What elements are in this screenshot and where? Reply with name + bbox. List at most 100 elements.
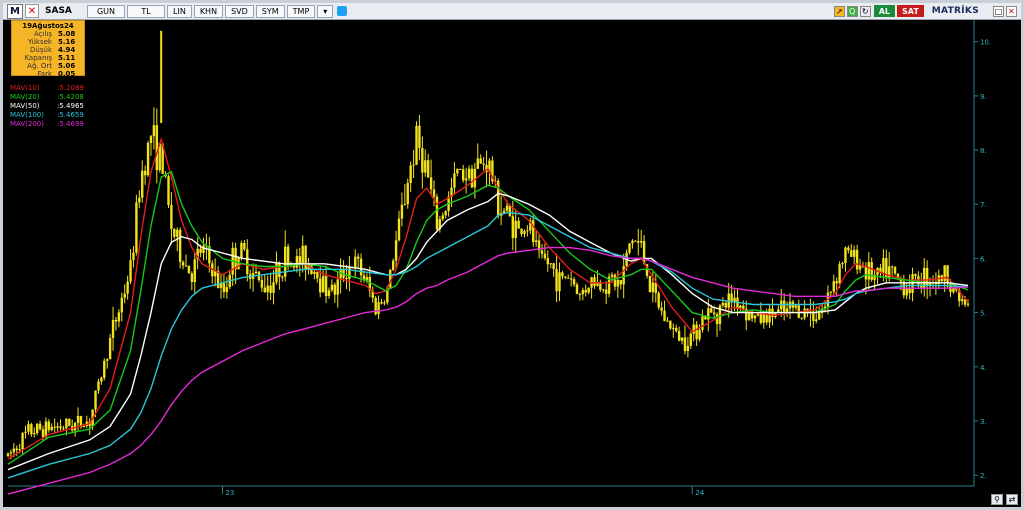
- price-candle-body: [914, 273, 917, 277]
- price-candle-body: [53, 426, 56, 428]
- price-candle-body: [415, 125, 418, 165]
- info-label: Düşük: [30, 46, 52, 54]
- price-candle-body: [240, 243, 243, 258]
- price-candle-body: [526, 230, 529, 232]
- svd-button[interactable]: SVD: [225, 4, 254, 18]
- price-chart[interactable]: 2. 3. 4. 5. 6. 7. 8. 9. 10. 23 24: [0, 0, 1024, 510]
- price-candle-body: [333, 284, 337, 295]
- price-candle-body: [202, 245, 205, 254]
- price-candle-body: [508, 205, 512, 217]
- price-candle-body: [380, 302, 383, 304]
- scale-button[interactable]: LIN: [167, 4, 192, 18]
- legend-mav100: MAV(100):5.4659: [10, 111, 84, 120]
- price-candle-body: [832, 281, 835, 292]
- price-candle-body: [394, 240, 398, 261]
- window-close-icon[interactable]: ✕: [1006, 5, 1017, 17]
- twitter-icon[interactable]: [337, 6, 348, 16]
- chevron-down-icon[interactable]: ▾: [317, 4, 334, 18]
- price-candle-body: [838, 264, 841, 284]
- price-candle-body: [847, 247, 850, 251]
- refresh-icon[interactable]: ↻: [859, 5, 871, 17]
- price-candle-body: [391, 260, 395, 270]
- price-candle-body: [710, 308, 713, 313]
- price-candle-body: [403, 204, 407, 206]
- period-button[interactable]: GUN: [87, 4, 125, 18]
- price-candle-body: [707, 308, 710, 320]
- tmp-button[interactable]: TMP: [286, 4, 316, 18]
- price-candle-body: [181, 261, 185, 266]
- sell-button[interactable]: SAT: [897, 5, 924, 17]
- price-candle-body: [511, 216, 515, 239]
- y-tick-label: 10.: [980, 39, 991, 47]
- price-candle-body: [424, 160, 427, 173]
- search-icon[interactable]: Q: [846, 5, 858, 17]
- price-candle-body: [835, 281, 838, 284]
- price-candle-body: [65, 418, 68, 429]
- price-candle-body: [129, 260, 132, 282]
- price-candle-body: [260, 279, 264, 288]
- price-candle-body: [441, 215, 444, 220]
- y-tick-label: 7.: [980, 201, 987, 209]
- price-candle-body: [739, 305, 742, 308]
- price-candle-body: [534, 240, 538, 243]
- price-candle-body: [409, 165, 412, 183]
- info-value: 5.16: [58, 38, 76, 46]
- price-candle-body: [742, 305, 745, 309]
- price-candle-body: [464, 178, 468, 181]
- price-candle-body: [692, 324, 695, 334]
- logo-icon[interactable]: M: [7, 3, 23, 19]
- price-candle-body: [397, 218, 401, 241]
- price-candle-body: [675, 327, 678, 332]
- price-candle-body: [855, 249, 859, 270]
- price-candle-body: [135, 202, 138, 253]
- price-candle-body: [858, 265, 862, 270]
- legend-value: :5.2089: [57, 84, 84, 92]
- close-icon[interactable]: ✕: [25, 4, 39, 18]
- legend-mav200: MAV(200):5.4699: [10, 120, 84, 129]
- price-candle-body: [266, 285, 269, 293]
- chart-icon[interactable]: ↗: [833, 5, 845, 17]
- price-candle-body: [712, 312, 716, 315]
- price-candle-body: [383, 302, 386, 304]
- buy-button[interactable]: AL: [873, 5, 895, 17]
- info-row: Düşük 4.94: [12, 46, 84, 54]
- price-candle-body: [943, 265, 946, 281]
- maximize-icon[interactable]: □: [993, 5, 1004, 17]
- price-candle-body: [254, 271, 258, 274]
- price-candle-body: [800, 317, 803, 319]
- price-candle-body: [38, 423, 42, 430]
- price-candle-body: [660, 307, 663, 311]
- search-icon[interactable]: ⚲: [991, 494, 1003, 505]
- price-candle-body: [593, 277, 596, 286]
- info-value: 5.06: [58, 62, 76, 70]
- price-candle-body: [651, 282, 655, 293]
- price-candle-body: [62, 428, 65, 430]
- price-candle-body: [111, 319, 115, 338]
- price-candle-body: [850, 250, 853, 257]
- price-candle-body: [225, 287, 229, 293]
- price-candle-body: [138, 197, 141, 203]
- price-candle-body: [278, 262, 281, 278]
- price-candle-body: [695, 324, 698, 340]
- sym-button[interactable]: SYM: [255, 4, 285, 18]
- price-candle-body: [281, 276, 284, 278]
- price-candle-body: [24, 431, 27, 434]
- y-tick-label: 4.: [980, 364, 987, 372]
- info-value: 0.05: [58, 70, 76, 78]
- price-candle-body: [567, 277, 570, 279]
- price-candle-body: [263, 287, 266, 293]
- khn-button[interactable]: KHN: [193, 4, 224, 18]
- symbol-label[interactable]: SASA: [45, 6, 85, 16]
- price-candle-body: [575, 284, 579, 295]
- currency-button[interactable]: TL: [127, 4, 165, 18]
- price-candle-body: [543, 253, 547, 259]
- price-candle-body: [619, 279, 622, 285]
- price-candle-body: [30, 424, 33, 435]
- price-candle-body: [569, 278, 573, 280]
- price-candle-body: [467, 168, 471, 179]
- swap-icon[interactable]: ⇄: [1006, 494, 1018, 505]
- price-candle-body: [327, 290, 331, 297]
- price-candle-body: [864, 266, 868, 280]
- price-candle-body: [178, 229, 182, 262]
- price-candle-body: [532, 220, 535, 243]
